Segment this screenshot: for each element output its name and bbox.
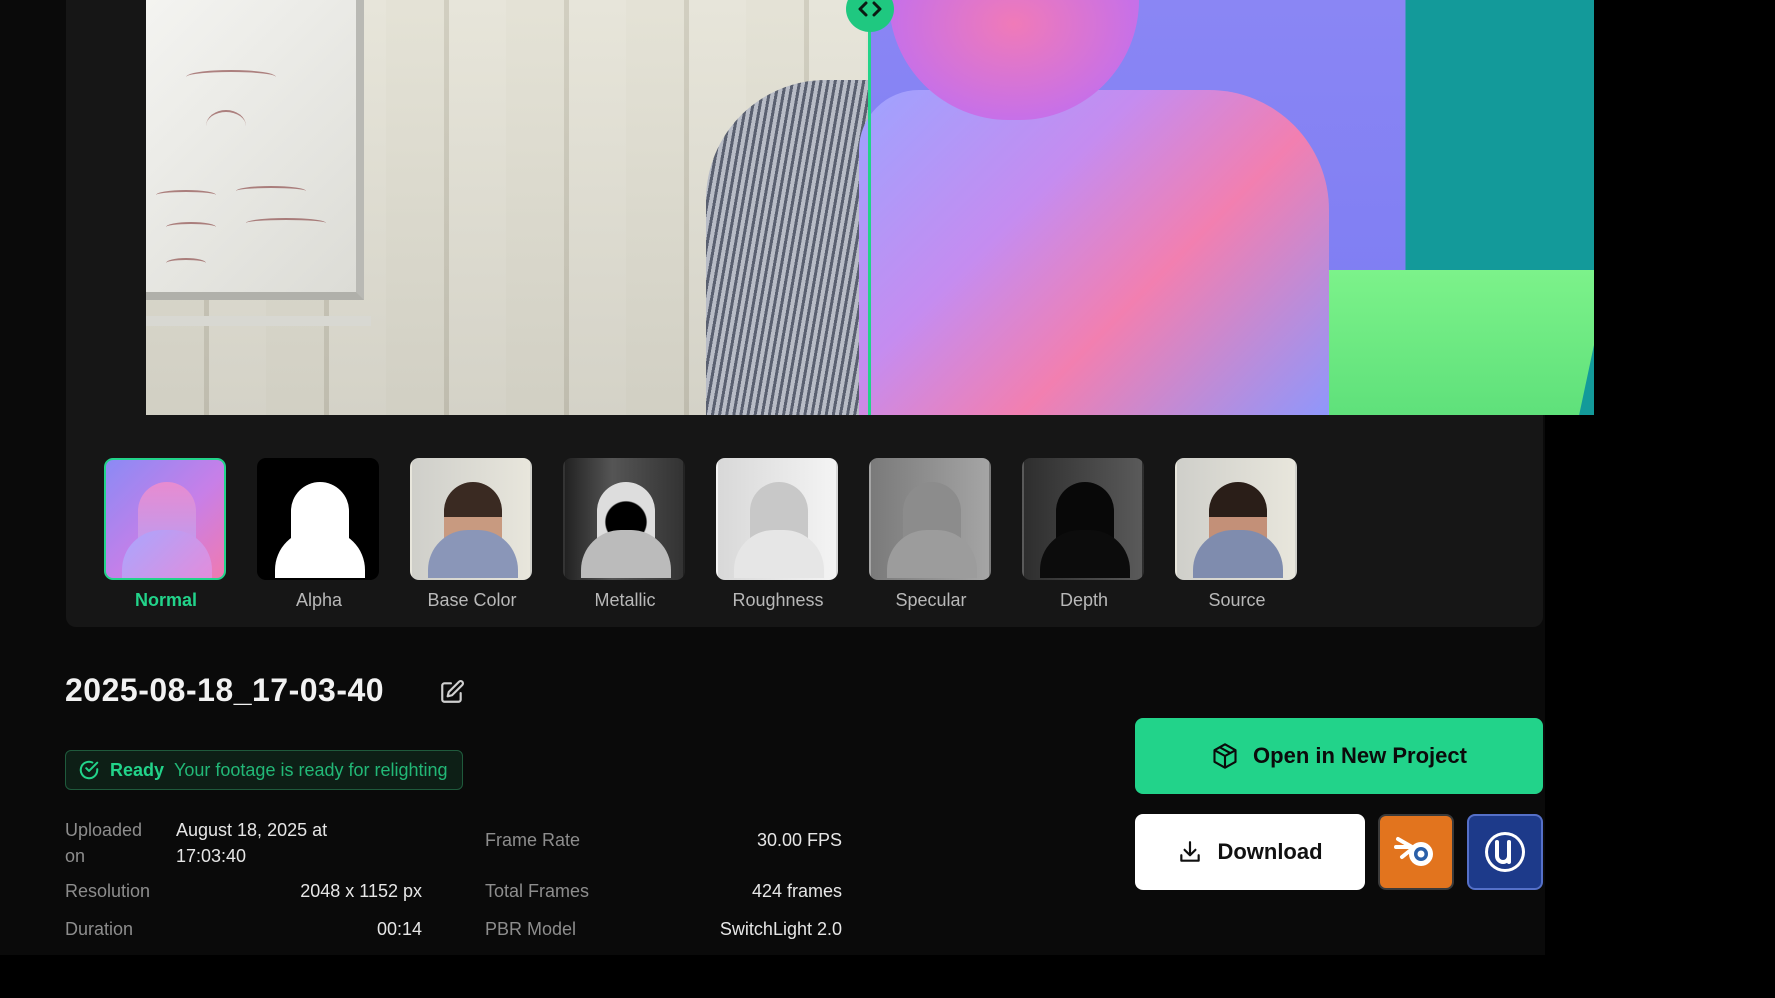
thumb-specular[interactable]: Specular xyxy=(869,458,993,611)
bottom-bar xyxy=(0,955,1775,998)
open-in-new-project-button[interactable]: Open in New Project xyxy=(1135,718,1543,794)
thumb-metallic-image xyxy=(563,458,685,580)
thumb-depth[interactable]: Depth xyxy=(1022,458,1146,611)
normal-map-view xyxy=(859,0,1594,415)
shelf-image xyxy=(146,316,371,326)
thumb-label: Base Color xyxy=(427,590,517,610)
source-view xyxy=(146,0,906,415)
thumb-normal-image xyxy=(104,458,226,580)
thumb-label: Depth xyxy=(1059,590,1109,610)
open-in-blender-button[interactable] xyxy=(1378,814,1454,890)
check-circle-icon xyxy=(79,760,99,780)
thumb-alpha[interactable]: Alpha xyxy=(257,458,381,611)
open-in-unreal-button[interactable] xyxy=(1467,814,1543,890)
thumb-specular-image xyxy=(869,458,991,580)
frame-rate-value: 30.00 FPS xyxy=(756,830,842,850)
thumb-alpha-image xyxy=(257,458,379,580)
thumb-roughness[interactable]: Roughness xyxy=(716,458,840,611)
duration-label: Duration xyxy=(65,919,134,939)
uploaded-value: August 18, 2025 at 17:03:40 xyxy=(176,820,328,866)
download-icon xyxy=(1180,841,1201,862)
code-arrows-icon xyxy=(858,1,882,17)
thumb-label: Roughness xyxy=(732,590,824,610)
footage-title: 2025-08-18_17-03-40 xyxy=(65,672,385,708)
pbr-model-label: PBR Model xyxy=(485,919,577,939)
thumb-base-color-image xyxy=(410,458,532,580)
thumb-roughness-image xyxy=(716,458,838,580)
thumb-label: Metallic xyxy=(594,590,656,610)
thumb-source-image xyxy=(1175,458,1297,580)
thumb-label: Specular xyxy=(895,590,967,610)
uploaded-label: Uploaded on xyxy=(65,820,143,866)
thumb-base-color[interactable]: Base Color xyxy=(410,458,534,611)
normal-map-person xyxy=(859,90,1329,415)
thumb-label: Alpha xyxy=(295,590,343,610)
box-3d-icon xyxy=(1213,743,1237,769)
resolution-value: 2048 x 1152 px xyxy=(300,881,422,901)
unreal-engine-icon xyxy=(1485,832,1525,872)
total-frames-label: Total Frames xyxy=(485,881,590,901)
thumb-normal[interactable]: Normal xyxy=(104,458,228,611)
thumb-label: Normal xyxy=(134,590,197,610)
thumb-depth-image xyxy=(1022,458,1144,580)
thumb-label: Source xyxy=(1208,590,1266,610)
status-word: Ready xyxy=(110,759,165,780)
thumb-source[interactable]: Source xyxy=(1175,458,1299,611)
resolution-label: Resolution xyxy=(65,881,151,901)
blender-icon xyxy=(1394,837,1433,866)
frame-rate-label: Frame Rate xyxy=(485,830,581,850)
pbr-model-value: SwitchLight 2.0 xyxy=(719,919,842,939)
split-divider[interactable] xyxy=(868,0,871,415)
whiteboard-image xyxy=(146,0,364,300)
open-in-new-project-label: Open in New Project xyxy=(1253,743,1467,768)
map-thumbnails: Normal Alpha Base Color Metallic Roughne… xyxy=(104,458,1299,611)
status-message: Your footage is ready for relighting xyxy=(174,759,448,780)
download-label: Download xyxy=(1217,839,1323,864)
edit-icon[interactable] xyxy=(439,679,465,705)
download-button[interactable]: Download xyxy=(1135,814,1365,890)
total-frames-value: 424 frames xyxy=(751,881,842,901)
duration-value: 00:14 xyxy=(376,919,422,939)
status-badge: Ready Your footage is ready for relighti… xyxy=(65,750,463,790)
thumb-metallic[interactable]: Metallic xyxy=(563,458,687,611)
